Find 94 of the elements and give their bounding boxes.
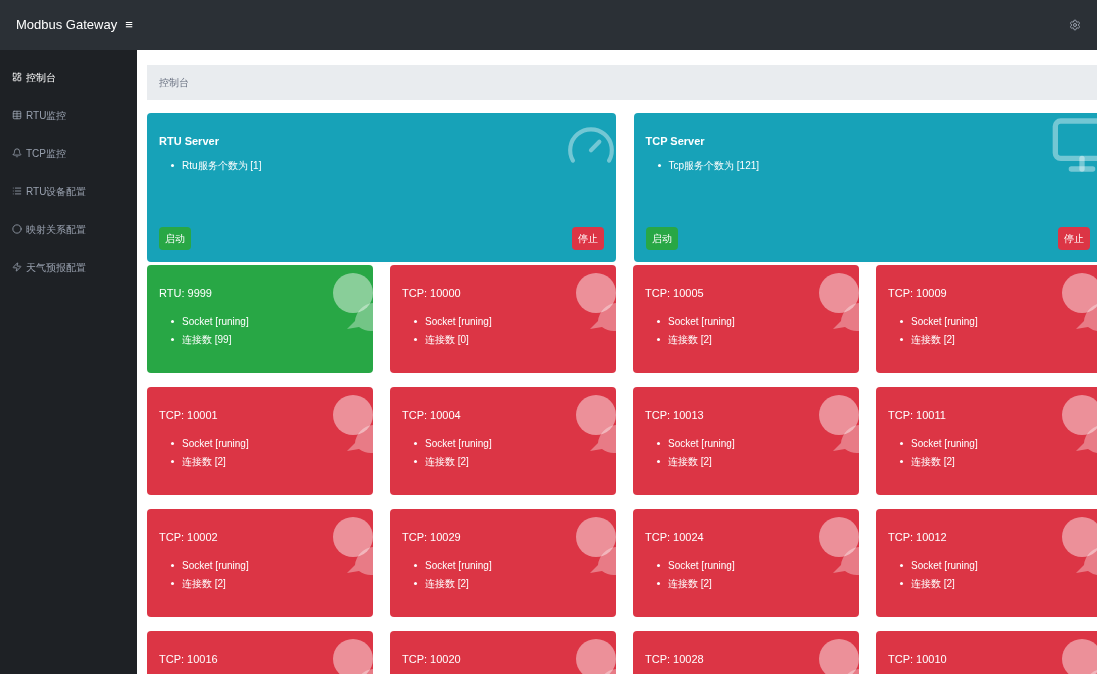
server-title: TCP Server bbox=[645, 134, 706, 149]
sidebar-item[interactable]: 天气预报配置 bbox=[0, 248, 137, 286]
port-title: TCP: 10004 bbox=[402, 408, 462, 423]
port-status: Socket [runing] bbox=[911, 558, 978, 573]
port-status: Socket [runing] bbox=[182, 558, 249, 573]
dashboard-icon bbox=[12, 72, 22, 82]
server-count: Tcp服务个数为 [121] bbox=[668, 158, 760, 173]
port-status: 连接数 [2] bbox=[182, 454, 226, 469]
brand-title: Modbus Gateway bbox=[16, 16, 118, 35]
bullet-icon bbox=[171, 337, 174, 341]
bullet-icon bbox=[171, 459, 174, 463]
port-title: TCP: 10000 bbox=[402, 286, 462, 301]
breadcrumb: 控制台 bbox=[159, 76, 189, 90]
port-status: 连接数 [2] bbox=[425, 576, 469, 591]
stop-button[interactable]: 停止 bbox=[571, 227, 604, 250]
port-status: 连接数 [2] bbox=[911, 332, 955, 347]
bullet-icon bbox=[900, 563, 903, 567]
port-status: 连接数 [2] bbox=[668, 332, 712, 347]
port-status: Socket [runing] bbox=[911, 436, 978, 451]
sidebar-label: TCP监控 bbox=[26, 146, 66, 161]
port-title: TCP: 10013 bbox=[645, 408, 705, 423]
bullet-icon bbox=[414, 459, 417, 463]
bullet-icon bbox=[657, 319, 660, 323]
port-title: TCP: 10012 bbox=[888, 530, 948, 545]
port-title: TCP: 10001 bbox=[159, 408, 219, 423]
port-status: Socket [runing] bbox=[911, 314, 978, 329]
sidebar-label: RTU设备配置 bbox=[26, 184, 87, 199]
lightning-icon bbox=[12, 262, 22, 272]
bell-icon bbox=[12, 148, 22, 158]
port-status: Socket [runing] bbox=[425, 558, 492, 573]
bullet-icon bbox=[657, 563, 660, 567]
sidebar-item[interactable]: RTU监控 bbox=[0, 96, 137, 134]
port-title: TCP: 10020 bbox=[402, 652, 462, 667]
port-status: Socket [runing] bbox=[182, 436, 249, 451]
bullet-icon bbox=[900, 459, 903, 463]
bullet-icon bbox=[171, 163, 174, 167]
port-status: Socket [runing] bbox=[425, 314, 492, 329]
port-status: Socket [runing] bbox=[425, 436, 492, 451]
port-status: Socket [runing] bbox=[668, 436, 735, 451]
sidebar-item[interactable]: RTU设备配置 bbox=[0, 172, 137, 210]
port-title: TCP: 10011 bbox=[888, 408, 947, 423]
bullet-icon bbox=[657, 337, 660, 341]
circle-icon bbox=[12, 224, 22, 234]
sidebar-item[interactable]: 控制台 bbox=[0, 58, 137, 96]
port-status: Socket [runing] bbox=[182, 314, 249, 329]
settings-icon[interactable] bbox=[1069, 19, 1081, 31]
sidebar-label: 映射关系配置 bbox=[26, 222, 86, 237]
bullet-icon bbox=[900, 319, 903, 323]
port-status: 连接数 [0] bbox=[425, 332, 469, 347]
port-status: Socket [runing] bbox=[668, 558, 735, 573]
bullet-icon bbox=[171, 563, 174, 567]
sidebar-label: RTU监控 bbox=[26, 108, 67, 123]
table-icon bbox=[12, 110, 22, 120]
port-title: TCP: 10010 bbox=[888, 652, 948, 667]
port-status: 连接数 [2] bbox=[911, 576, 955, 591]
bullet-icon bbox=[657, 459, 660, 463]
sidebar-label: 控制台 bbox=[26, 70, 56, 85]
port-status: 连接数 [2] bbox=[425, 454, 469, 469]
port-title: TCP: 10024 bbox=[645, 530, 705, 545]
bullet-icon bbox=[171, 441, 174, 445]
port-title: TCP: 10009 bbox=[888, 286, 948, 301]
bullet-icon bbox=[414, 563, 417, 567]
port-title: TCP: 10005 bbox=[645, 286, 705, 301]
list-icon bbox=[12, 186, 22, 196]
server-title: RTU Server bbox=[159, 134, 220, 149]
bullet-icon bbox=[657, 163, 661, 167]
bullet-icon bbox=[900, 581, 903, 585]
port-status: 连接数 [2] bbox=[911, 454, 955, 469]
stop-button[interactable]: 停止 bbox=[1058, 227, 1090, 250]
server-count: Rtu服务个数为 [1] bbox=[182, 158, 262, 173]
port-status: 连接数 [2] bbox=[668, 454, 712, 469]
port-title: TCP: 10016 bbox=[159, 652, 219, 667]
bullet-icon bbox=[657, 441, 660, 445]
sidebar-item[interactable]: TCP监控 bbox=[0, 134, 137, 172]
bullet-icon bbox=[171, 319, 174, 323]
bullet-icon bbox=[414, 319, 417, 323]
port-title: RTU: 9999 bbox=[159, 286, 213, 301]
port-status: 连接数 [2] bbox=[668, 576, 712, 591]
bullet-icon bbox=[414, 441, 417, 445]
bullet-icon bbox=[414, 581, 417, 585]
port-title: TCP: 10002 bbox=[159, 530, 219, 545]
bullet-icon bbox=[414, 337, 417, 341]
bullet-icon bbox=[657, 581, 660, 585]
sidebar-label: 天气预报配置 bbox=[26, 260, 86, 275]
bullet-icon bbox=[900, 337, 903, 341]
sidebar-item[interactable]: 映射关系配置 bbox=[0, 210, 137, 248]
menu-toggle[interactable]: ≡ bbox=[125, 15, 133, 35]
bullet-icon bbox=[900, 441, 903, 445]
bullet-icon bbox=[171, 581, 174, 585]
port-status: 连接数 [99] bbox=[182, 332, 232, 347]
port-status: Socket [runing] bbox=[668, 314, 735, 329]
port-title: TCP: 10029 bbox=[402, 530, 462, 545]
port-title: TCP: 10028 bbox=[645, 652, 705, 667]
port-status: 连接数 [2] bbox=[182, 576, 226, 591]
